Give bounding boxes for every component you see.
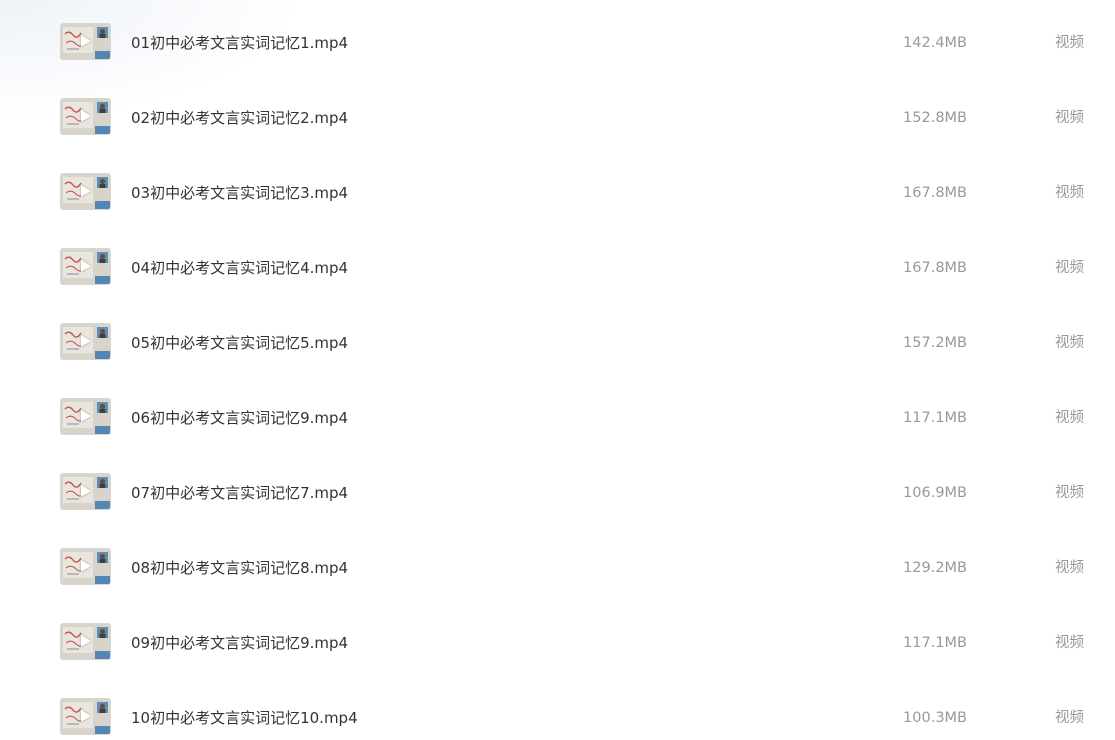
video-thumbnail[interactable]: [61, 474, 110, 509]
file-size: 100.3MB: [903, 710, 967, 726]
file-row[interactable]: 05初中必考文言实词记忆5.mp4 157.2MB 视频: [0, 305, 1115, 380]
video-thumbnail[interactable]: [61, 399, 110, 434]
play-icon: [81, 260, 91, 272]
play-icon: [81, 710, 91, 722]
video-thumbnail[interactable]: [61, 249, 110, 284]
video-thumbnail[interactable]: [61, 24, 110, 59]
file-name[interactable]: 03初中必考文言实词记忆3.mp4: [131, 183, 348, 203]
file-size: 152.8MB: [903, 110, 967, 126]
file-size: 117.1MB: [903, 635, 967, 651]
file-row[interactable]: 06初中必考文言实词记忆9.mp4 117.1MB 视频: [0, 380, 1115, 455]
file-name[interactable]: 06初中必考文言实词记忆9.mp4: [131, 408, 348, 428]
video-thumbnail[interactable]: [61, 324, 110, 359]
file-size: 142.4MB: [903, 35, 967, 51]
file-name[interactable]: 05初中必考文言实词记忆5.mp4: [131, 333, 348, 353]
video-thumbnail[interactable]: [61, 549, 110, 584]
file-type: 视频: [1055, 710, 1084, 726]
file-row[interactable]: 09初中必考文言实词记忆9.mp4 117.1MB 视频: [0, 605, 1115, 680]
video-thumbnail[interactable]: [61, 99, 110, 134]
file-type: 视频: [1055, 485, 1084, 501]
file-type: 视频: [1055, 35, 1084, 51]
play-icon: [81, 110, 91, 122]
file-name[interactable]: 04初中必考文言实词记忆4.mp4: [131, 258, 348, 278]
file-name[interactable]: 10初中必考文言实词记忆10.mp4: [131, 708, 358, 728]
file-type: 视频: [1055, 185, 1084, 201]
file-row[interactable]: 03初中必考文言实词记忆3.mp4 167.8MB 视频: [0, 155, 1115, 230]
file-name[interactable]: 07初中必考文言实词记忆7.mp4: [131, 483, 348, 503]
file-row[interactable]: 04初中必考文言实词记忆4.mp4 167.8MB 视频: [0, 230, 1115, 305]
file-list: 01初中必考文言实词记忆1.mp4 142.4MB 视频 02初中必考文言实词记…: [0, 5, 1115, 740]
file-size: 129.2MB: [903, 560, 967, 576]
file-type: 视频: [1055, 335, 1084, 351]
file-size: 117.1MB: [903, 410, 967, 426]
video-thumbnail[interactable]: [61, 624, 110, 659]
video-thumbnail[interactable]: [61, 699, 110, 734]
video-thumbnail[interactable]: [61, 174, 110, 209]
file-name[interactable]: 01初中必考文言实词记忆1.mp4: [131, 33, 348, 53]
file-size: 167.8MB: [903, 185, 967, 201]
play-icon: [81, 335, 91, 347]
file-row[interactable]: 02初中必考文言实词记忆2.mp4 152.8MB 视频: [0, 80, 1115, 155]
file-name[interactable]: 02初中必考文言实词记忆2.mp4: [131, 108, 348, 128]
file-row[interactable]: 08初中必考文言实词记忆8.mp4 129.2MB 视频: [0, 530, 1115, 605]
play-icon: [81, 485, 91, 497]
file-name[interactable]: 09初中必考文言实词记忆9.mp4: [131, 633, 348, 653]
file-type: 视频: [1055, 110, 1084, 126]
file-size: 167.8MB: [903, 260, 967, 276]
file-list-page: 01初中必考文言实词记忆1.mp4 142.4MB 视频 02初中必考文言实词记…: [0, 0, 1115, 740]
file-row[interactable]: 07初中必考文言实词记忆7.mp4 106.9MB 视频: [0, 455, 1115, 530]
play-icon: [81, 410, 91, 422]
file-name[interactable]: 08初中必考文言实词记忆8.mp4: [131, 558, 348, 578]
file-row[interactable]: 01初中必考文言实词记忆1.mp4 142.4MB 视频: [0, 5, 1115, 80]
play-icon: [81, 35, 91, 47]
file-size: 106.9MB: [903, 485, 967, 501]
file-type: 视频: [1055, 560, 1084, 576]
file-type: 视频: [1055, 635, 1084, 651]
file-row[interactable]: 10初中必考文言实词记忆10.mp4 100.3MB 视频: [0, 680, 1115, 740]
file-type: 视频: [1055, 410, 1084, 426]
play-icon: [81, 185, 91, 197]
file-size: 157.2MB: [903, 335, 967, 351]
file-type: 视频: [1055, 260, 1084, 276]
play-icon: [81, 635, 91, 647]
play-icon: [81, 560, 91, 572]
